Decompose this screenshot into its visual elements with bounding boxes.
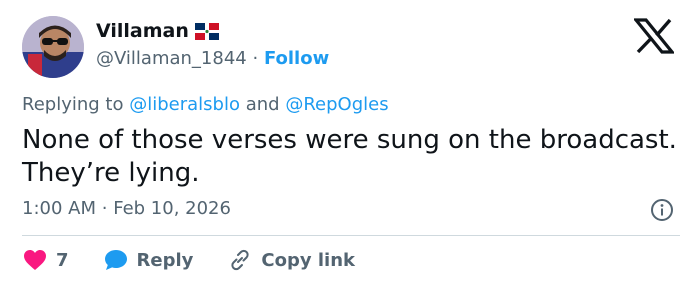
tweet-time: 1:00 AM	[22, 198, 96, 219]
avatar[interactable]	[22, 16, 84, 78]
divider	[22, 235, 680, 236]
handle[interactable]: @Villaman_1844	[96, 48, 247, 69]
avatar-image	[22, 16, 84, 78]
info-icon[interactable]	[650, 198, 674, 222]
reply-button[interactable]: Reply	[103, 248, 194, 272]
tweet-timestamp[interactable]: 1:00 AM · Feb 10, 2026	[22, 198, 231, 219]
author-name-row: Villaman	[96, 20, 219, 42]
speech-bubble-icon	[104, 250, 127, 270]
handle-row: @Villaman_1844 · Follow	[96, 48, 329, 69]
like-button[interactable]: 7	[22, 248, 69, 272]
mention-liberalsblo[interactable]: @liberalsblo	[129, 94, 240, 115]
follow-button[interactable]: Follow	[264, 48, 329, 69]
reply-label: Reply	[136, 249, 194, 271]
dominican-flag-icon	[194, 22, 219, 40]
reply-conjunction: and	[245, 94, 280, 115]
separator: ·	[252, 48, 259, 69]
reply-prefix: Replying to	[22, 94, 124, 115]
tweet-date: Feb 10, 2026	[113, 198, 231, 219]
reply-context: Replying to @liberalsblo and @RepOgles	[22, 94, 389, 115]
action-bar: 7 Reply Copy link	[22, 246, 355, 274]
like-count: 7	[56, 249, 69, 271]
copy-link-button[interactable]: Copy link	[227, 248, 355, 272]
display-name[interactable]: Villaman	[96, 20, 189, 42]
x-logo-icon[interactable]	[634, 18, 674, 54]
mention-repogles[interactable]: @RepOgles	[285, 94, 388, 115]
tweet-text: None of those verses were sung on the br…	[22, 125, 677, 188]
link-icon	[231, 249, 250, 271]
timestamp-separator: ·	[101, 198, 108, 219]
heart-icon	[24, 250, 46, 270]
copy-link-label: Copy link	[261, 249, 355, 271]
